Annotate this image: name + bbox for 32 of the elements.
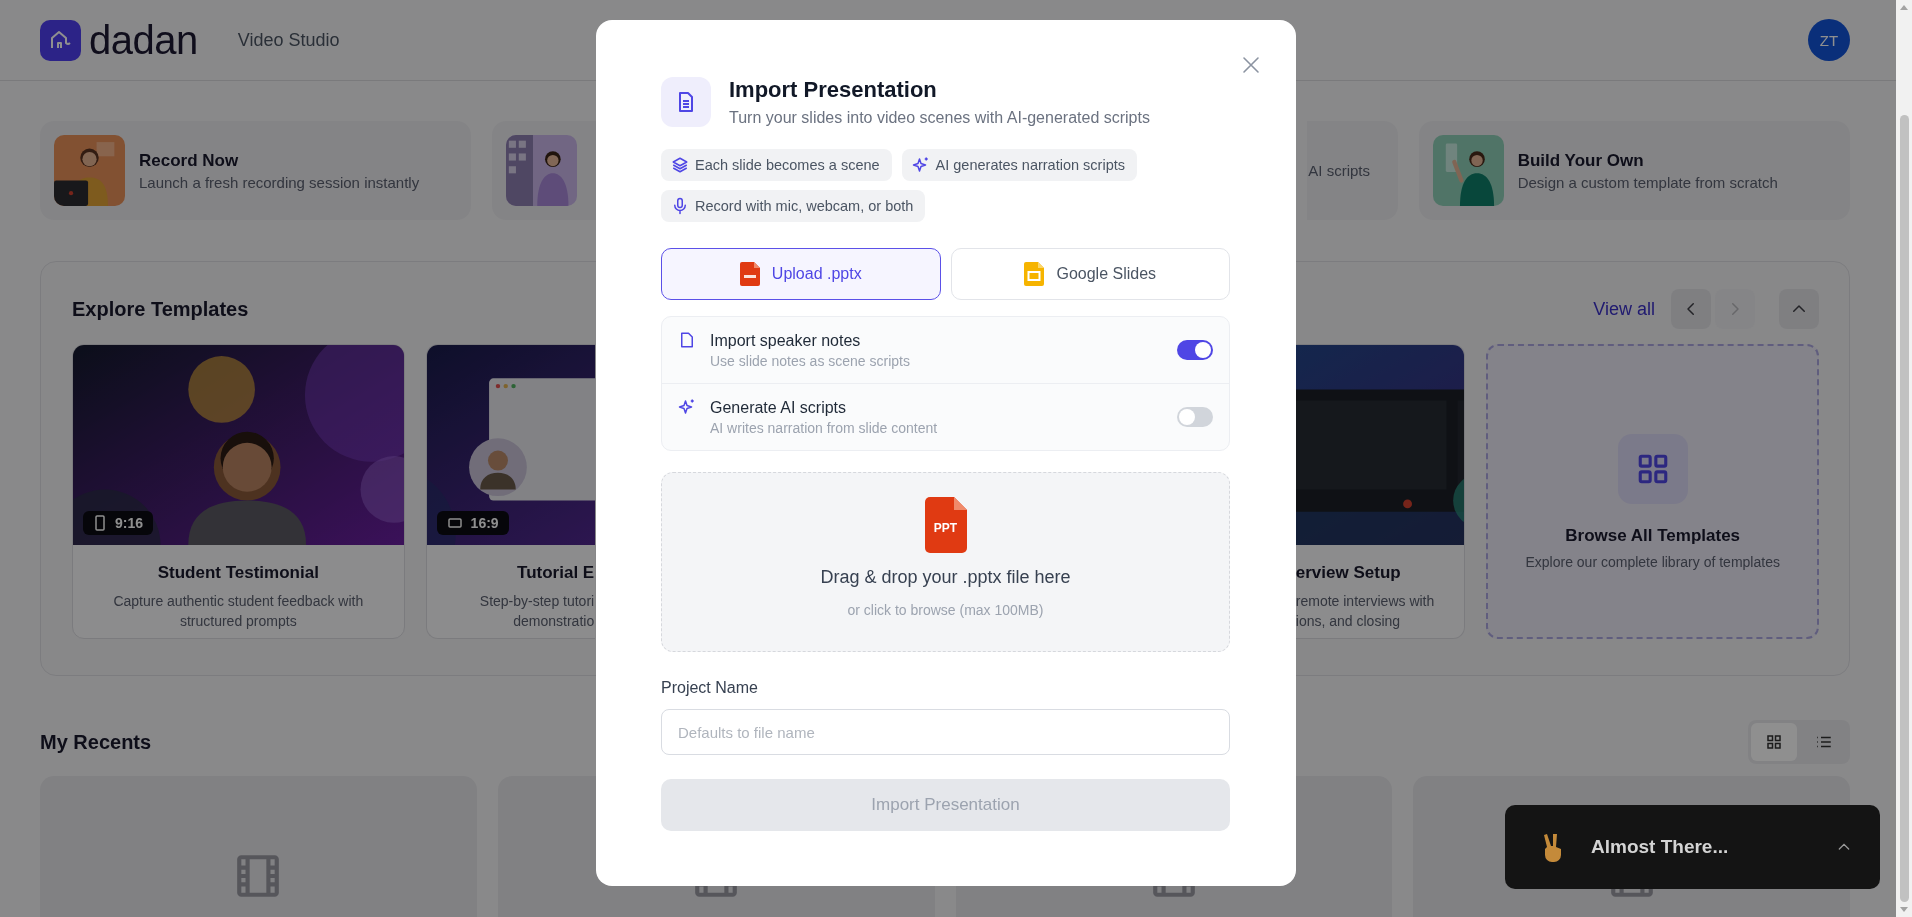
template-description: Step-by-step tutori demonstratio (478, 592, 595, 631)
drop-hint: or click to browse (max 100MB) (847, 602, 1044, 618)
chip-label: Each slide becomes a scene (695, 157, 880, 173)
template-description: Capture authentic student feedback with structured prompts (112, 592, 365, 631)
card-subtitle: Launch a fresh recording session instantly (139, 173, 420, 191)
chip-label: AI generates narration scripts (935, 157, 1125, 173)
card-subtitle: AI scripts (1308, 162, 1370, 179)
chip-label: Record with mic, webcam, or both (695, 198, 914, 214)
field-label: Project Name (661, 679, 759, 697)
option-title: Generate AI scripts (710, 398, 848, 417)
section-title: Video Studio (237, 29, 340, 51)
aspect-ratio-text: 16:9 (470, 515, 499, 531)
drop-title: Drag & drop your .pptx file here (820, 567, 1071, 588)
template-title: erview Setup (1295, 563, 1402, 583)
browse-title: Browse All Templates (1565, 525, 1741, 546)
card-title: Build Your Own (1517, 150, 1645, 171)
section-heading: My Recents (40, 730, 152, 754)
option-description: AI writes narration from slide content (710, 419, 938, 436)
card-title: Record Now (139, 150, 240, 171)
dialog-subtitle: Turn your slides into video scenes with AI-generated scripts (729, 109, 1150, 127)
option-description: Use slide notes as scene scripts (710, 352, 910, 369)
ppt-file-icon: PPT (924, 497, 967, 553)
option-title: Import speaker notes (710, 331, 862, 350)
aspect-ratio-text: 9:16 (115, 515, 144, 531)
section-heading: Explore Templates (72, 297, 249, 321)
toast-title: Almost There... (1591, 836, 1729, 858)
card-subtitle: Design a custom template from scratch (1517, 173, 1778, 191)
template-title: Student Testimonial (156, 563, 320, 583)
template-description: remote interviews with ions, and closing (1295, 592, 1436, 631)
browse-subtitle: Explore our complete library of templates (1525, 553, 1780, 570)
template-title: Tutorial E (516, 563, 595, 583)
dialog-title: Import Presentation (729, 77, 938, 103)
